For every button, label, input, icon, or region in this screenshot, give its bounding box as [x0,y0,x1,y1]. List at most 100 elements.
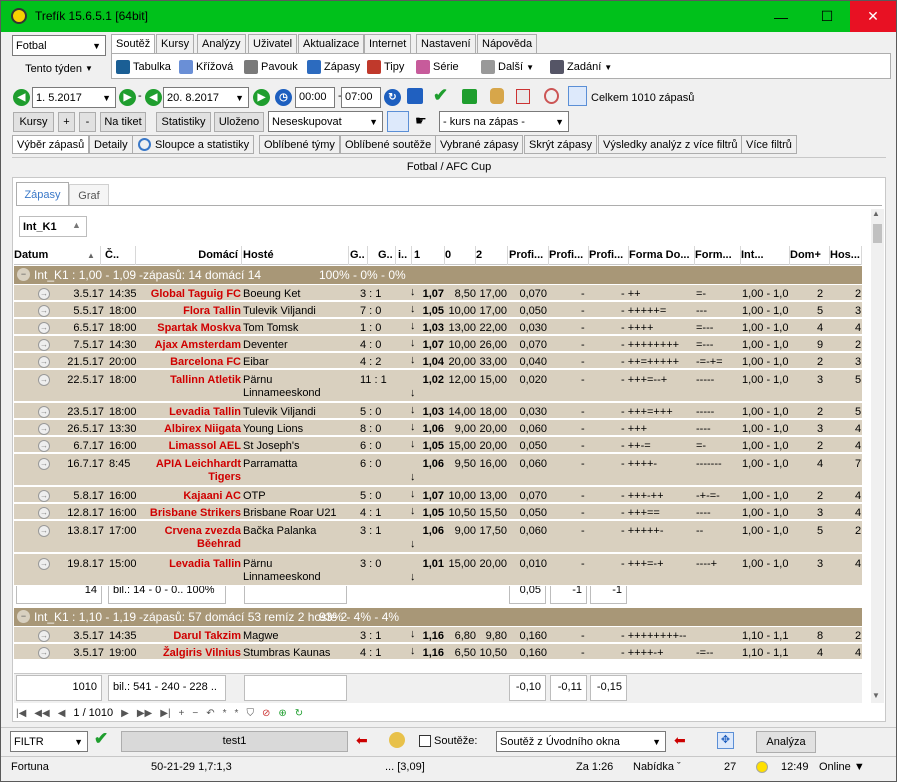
insert-icon[interactable]: + [179,708,185,719]
serie-button[interactable]: Série [416,58,459,76]
tab-napoveda[interactable]: Nápověda [477,34,538,53]
next-date-to-icon[interactable]: ▶ [253,89,270,106]
table-row[interactable]: → 7.5.17 14:30 Ajax Amsterdam Deventer 4 : 0 1… [14,336,862,352]
clock-icon[interactable]: ◷ [275,89,292,106]
col-dom-plus[interactable]: Dom+ [790,246,830,265]
row-arrow-icon[interactable]: → [38,423,50,435]
analyza-button[interactable]: Analýza [756,731,816,753]
dalsi-button[interactable]: Další ▼ [481,58,534,76]
tab-analyzy[interactable]: Analýzy [197,34,246,53]
star-icon[interactable]: * [223,708,227,719]
subtab-detaily[interactable]: Detaily [89,135,133,154]
group-header[interactable]: − Int_K1 : 1,10 - 1,19 -zápasů: 57 domácí … [14,608,862,626]
plus-button[interactable]: + [58,112,75,132]
subtab-vice-filtru[interactable]: Více filtrů [741,135,797,154]
souteze-checkbox[interactable] [419,735,431,747]
table-row[interactable]: → 6.7.17 16:00 Limassol AEL St Joseph's 6 : 0… [14,437,862,453]
document-icon[interactable] [516,89,530,104]
subtab-vyber-zapasu[interactable]: Výběr zápasů [12,135,90,154]
tab-graf[interactable]: Graf [69,184,109,206]
week-menu[interactable]: Tento týden ▼ [12,58,106,79]
scroll-thumb[interactable] [873,224,882,243]
filter-name-field[interactable]: test1 [121,731,348,752]
status-online[interactable]: Online ▼ [819,758,865,778]
ulozeno-button[interactable]: Uloženo [214,112,264,132]
cancel-filter-icon[interactable]: ⊘ [262,708,270,719]
table-row[interactable]: → 26.5.17 13:30 Albirex Niigata Young Lions 8… [14,420,862,436]
row-arrow-icon[interactable]: → [38,440,50,452]
pavouk-button[interactable]: Pavouk [244,58,298,76]
check-icon[interactable]: ✔ [433,85,448,106]
row-arrow-icon[interactable]: → [38,458,50,470]
table-row[interactable]: → 23.5.17 18:00 Levadia Tallin Tulevik Vilja… [14,403,862,419]
col-2[interactable]: 2 [476,246,508,265]
prev-date-to-icon[interactable]: ◀ [145,89,162,106]
group-header[interactable]: − Int_K1 : 1,00 - 1,09 -zápasů: 14 domácí … [14,266,862,284]
time-to-input[interactable]: 07:00 [341,87,381,108]
close-button[interactable]: ✕ [850,1,896,32]
status-nabidka[interactable]: Nabídka ˇ [633,758,681,778]
table-row[interactable]: → 21.5.17 20:00 Barcelona FC Eibar 4 : 2 1,04 2… [14,353,862,369]
tab-internet[interactable]: Internet [364,34,412,53]
minus-button[interactable]: - [79,112,96,132]
delete-icon[interactable]: − [192,708,198,719]
user-icon[interactable] [389,732,405,748]
prev-icon[interactable]: ◀ [58,708,66,719]
table-row[interactable]: → 3.5.17 19:00 Žalgiris Vilnius Stumbras Kau… [14,644,862,660]
table-row[interactable]: → 3.5.17 14:35 Darul Takzim Magwe 3 : 1 1,16 6,… [14,627,862,643]
col-profit1[interactable]: Profi... [509,246,549,265]
next-date-icon[interactable]: ▶ [119,89,136,106]
statistiky-button[interactable]: Statistiky [156,112,211,132]
tab-aktualizace[interactable]: Aktualizace [298,34,365,53]
scroll-up-icon[interactable]: ▲ [872,209,880,218]
first-icon[interactable]: |◀ [16,708,26,719]
undo-icon[interactable]: ↶ [206,708,214,719]
table-row[interactable]: → 19.8.17 15:00 Levadia Tallin Pärnu Linname… [14,554,862,586]
tabulka-button[interactable]: Tabulka [116,58,171,76]
sport-select[interactable]: Fotbal ▼ [12,35,106,56]
hand-icon[interactable] [490,88,504,104]
col-i[interactable]: i.. [398,246,412,265]
subtab-oblibene-souteze[interactable]: Oblíbené soutěže [340,135,437,154]
last-icon[interactable]: ▶| [160,708,170,719]
row-arrow-icon[interactable]: → [38,374,50,386]
search-icon[interactable] [544,88,559,104]
star-filter-icon[interactable]: * [235,708,239,719]
row-arrow-icon[interactable]: → [38,490,50,502]
row-arrow-icon[interactable]: → [38,288,50,300]
table-row[interactable]: → 5.5.17 18:00 Flora Tallin Tulevik Viljandi… [14,302,862,318]
row-arrow-icon[interactable]: → [38,558,50,570]
col-domaci[interactable]: Domácí [136,246,242,265]
add-filter-icon[interactable]: ⊕ [278,708,286,719]
refresh-icon[interactable]: ↻ [384,89,401,106]
prev-date-icon[interactable]: ◀ [13,89,30,106]
row-arrow-icon[interactable]: → [38,305,50,317]
table-row[interactable]: → 16.7.17 8:45 APIA Leichhardt Tigers Parram… [14,454,862,486]
col-profit2[interactable]: Profi... [549,246,589,265]
scroll-down-icon[interactable]: ▼ [872,691,880,700]
subtab-sloupce[interactable]: Sloupce a statistiky [132,135,255,154]
filter-icon[interactable]: ⛉ [246,708,254,719]
row-arrow-icon[interactable]: → [38,356,50,368]
table-row[interactable]: → 13.8.17 17:00 Crvena zvezda Běehrad Bačka … [14,521,862,553]
grouping-select[interactable]: Neseskupovat ▼ [268,111,383,132]
soutez-mode-select[interactable]: Soutěž z Úvodního okna ▼ [496,731,666,752]
subtab-vybrane-zapasy[interactable]: Vybrané zápasy [435,135,524,154]
col-datum[interactable]: Datum ▲ [14,246,101,265]
check-icon[interactable]: ✔ [94,729,108,749]
subtab-vysledky[interactable]: Výsledky analýz z více filtrů [598,135,743,154]
vertical-scrollbar[interactable]: ▲ ▼ [871,209,884,703]
col-cas[interactable]: Č.. [105,246,136,265]
table-row[interactable]: → 22.5.17 18:00 Tallinn Atletik Pärnu Linnam… [14,370,862,402]
row-arrow-icon[interactable]: → [38,339,50,351]
maximize-button[interactable]: ☐ [804,1,850,32]
prev-page-icon[interactable]: ◀◀ [34,708,49,719]
tipy-button[interactable]: Tipy [367,58,404,76]
tab-nastaveni[interactable]: Nastavení [416,34,476,53]
row-arrow-icon[interactable]: → [38,630,50,642]
odds-select[interactable]: - kurs na zápas - ▼ [439,111,569,132]
col-0[interactable]: 0 [445,246,476,265]
calendar-icon[interactable] [407,88,423,104]
filter-select[interactable]: FILTR ▼ [10,731,88,752]
row-arrow-icon[interactable]: → [38,507,50,519]
